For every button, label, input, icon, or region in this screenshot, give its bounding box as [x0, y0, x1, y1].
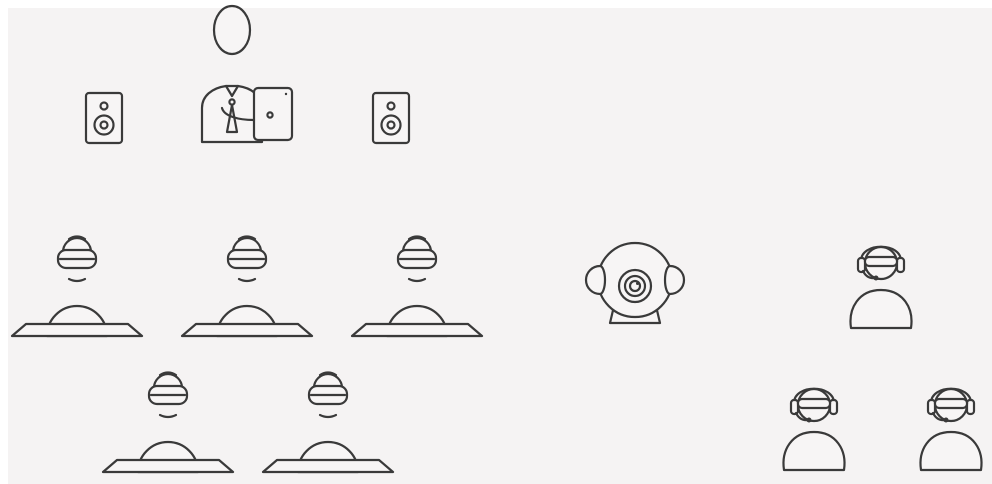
- 360-camera-icon: [584, 241, 686, 325]
- student-with-vr-headset-icon: [10, 235, 144, 338]
- student-with-vr-headset-icon: [261, 371, 395, 474]
- presenter-with-tablet-icon: [200, 4, 294, 144]
- remote-user-with-headset-icon: [782, 387, 846, 472]
- speaker-icon-right: [371, 91, 411, 145]
- speaker-icon-left: [84, 91, 124, 145]
- student-with-vr-headset-icon: [350, 235, 484, 338]
- classroom-vr-diagram: [10, 4, 983, 474]
- diagram-canvas: [0, 0, 992, 484]
- remote-user-with-headset-icon: [919, 387, 983, 472]
- student-with-vr-headset-icon: [180, 235, 314, 338]
- student-with-vr-headset-icon: [101, 371, 235, 474]
- remote-user-with-headset-icon: [849, 245, 913, 330]
